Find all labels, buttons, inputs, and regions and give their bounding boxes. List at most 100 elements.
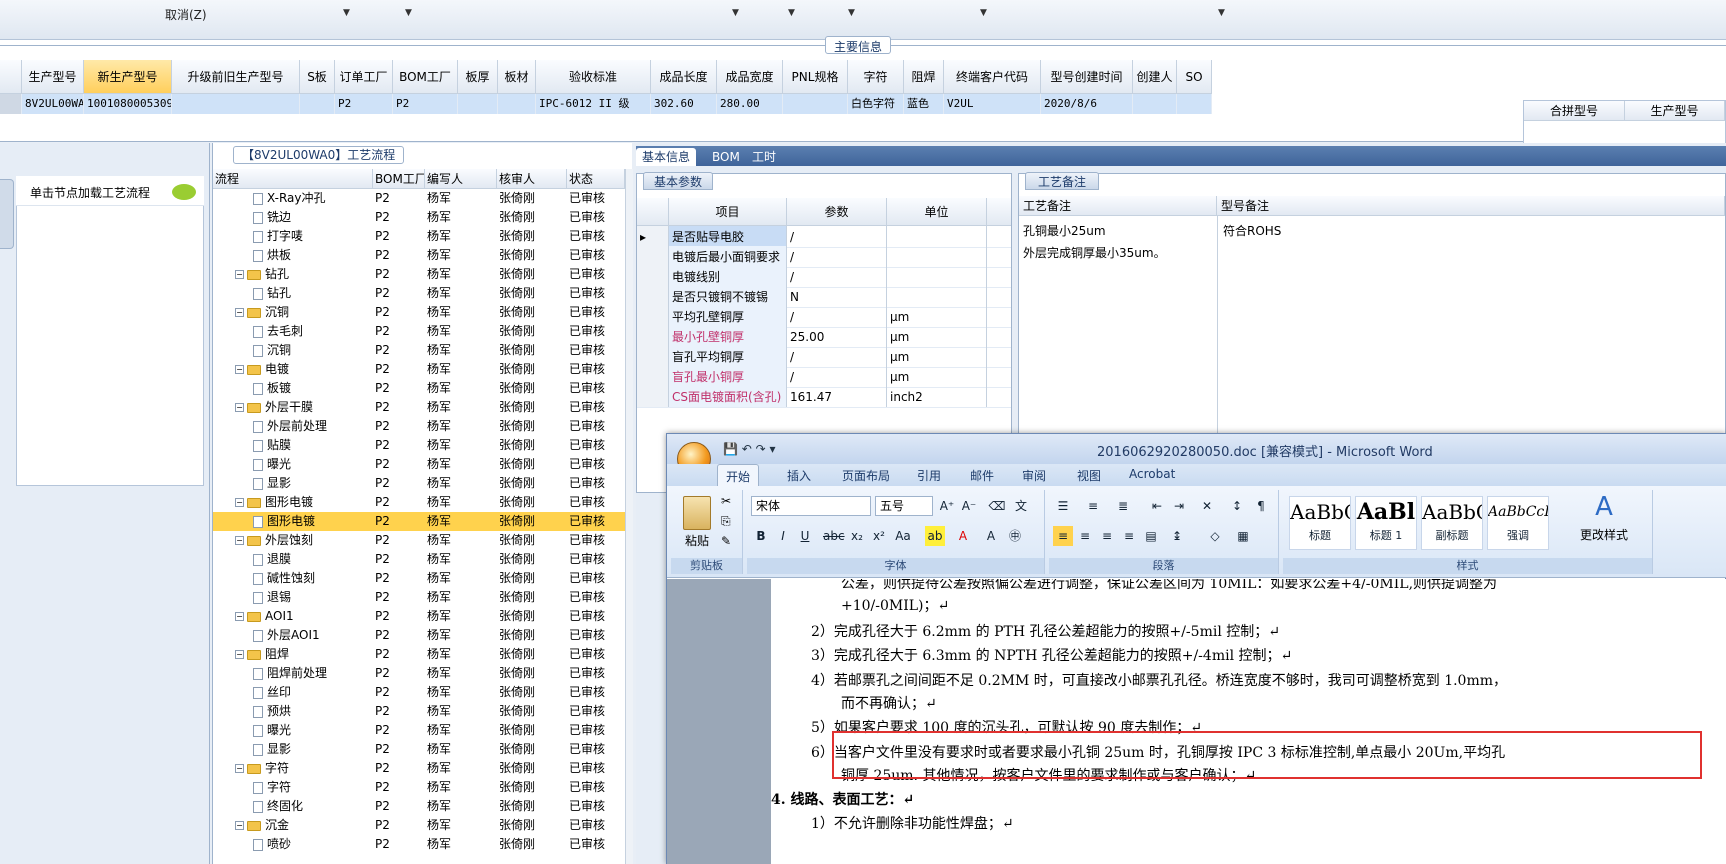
main-info-col-header[interactable]: 终端客户代码 [944,60,1041,94]
bold-icon[interactable]: B [751,526,771,546]
tree-row[interactable]: 图形电镀 P2 杨军 张倚刚 已审核 [213,512,625,531]
tree-row[interactable]: − 沉铜 P2 杨军 张倚刚 已审核 [213,303,625,322]
style-title[interactable]: AaBbC 标题 [1289,496,1351,550]
param-value[interactable]: / [787,346,887,367]
align-left-icon[interactable]: ≡ [1053,526,1073,546]
numbering-icon[interactable]: ≡ [1083,496,1103,516]
tab-bom[interactable]: BOM [706,148,746,166]
param-row[interactable]: 电镀后最小面铜要求 / [637,246,1011,268]
tree-node[interactable]: 丝印 [213,683,373,702]
main-info-col-header[interactable]: 阻焊 [904,60,944,94]
document-page[interactable]: 公差，则供提待公差按照偏公差进行调整，保证公差区间为 10MIL：如要求公差+4… [771,579,1726,864]
underline-icon[interactable]: U [795,526,815,546]
param-row[interactable]: ▸ 是否贴导电胶 / [637,226,1011,248]
tree-row[interactable]: 曝光 P2 杨军 张倚刚 已审核 [213,455,625,474]
grow-font-icon[interactable]: A⁺ [937,496,957,516]
collapse-icon[interactable]: − [235,403,244,412]
main-info-col-header[interactable]: 新生产型号 [84,60,172,94]
params-col-header[interactable]: 项目 [669,198,787,225]
tree-col-header[interactable]: 编写人 [425,169,497,189]
main-info-cell[interactable]: P2 [335,94,393,114]
show-marks-icon[interactable]: ¶ [1251,496,1271,516]
main-info-cell[interactable] [498,94,536,114]
tree-node[interactable]: 沉铜 [213,341,373,360]
tree-node[interactable]: − 阻焊 [213,645,373,664]
main-info-col-header[interactable]: 生产型号 [22,60,84,94]
tree-node[interactable]: 铣边 [213,208,373,227]
tree-row[interactable]: − AOI1 P2 杨军 张倚刚 已审核 [213,607,625,626]
tree-node[interactable]: 烘板 [213,246,373,265]
tree-node[interactable]: − 外层蚀刻 [213,531,373,550]
tree-row[interactable]: 烘板 P2 杨军 张倚刚 已审核 [213,246,625,265]
main-info-cell[interactable] [783,94,848,114]
multilevel-list-icon[interactable]: ≣ [1113,496,1133,516]
tree-node[interactable]: 曝光 [213,455,373,474]
tree-node[interactable]: 显影 [213,740,373,759]
main-info-col-header[interactable]: SO [1177,60,1212,94]
tree-col-header[interactable]: 流程 [213,169,373,189]
main-info-col-header[interactable]: S板 [300,60,335,94]
style-heading1[interactable]: AaBl 标题 1 [1355,496,1417,550]
main-info-cell[interactable] [1133,94,1177,114]
tree-row[interactable]: 终固化 P2 杨军 张倚刚 已审核 [213,797,625,816]
enclose-char-icon[interactable]: ㊥ [1005,526,1025,546]
param-value[interactable]: / [787,246,887,267]
param-row[interactable]: CS面电镀面积(含孔) 161.47 inch2 [637,386,1011,408]
dropdown-arrow-icon[interactable]: ▼ [343,8,350,18]
main-info-col-header[interactable]: PNL规格 [783,60,848,94]
tree-row[interactable]: − 外层干膜 P2 杨军 张倚刚 已审核 [213,398,625,417]
tree-node[interactable]: − AOI1 [213,607,373,626]
tree-row[interactable]: 铣边 P2 杨军 张倚刚 已审核 [213,208,625,227]
param-value[interactable]: 25.00 [787,326,887,347]
char-shading-icon[interactable]: A [981,526,1001,546]
main-info-cell[interactable]: 10010800053091 [84,94,172,114]
tree-row[interactable]: − 外层蚀刻 P2 杨军 张倚刚 已审核 [213,531,625,550]
tree-node[interactable]: 图形电镀 [213,512,373,531]
collapse-icon[interactable]: − [235,498,244,507]
main-info-cell[interactable]: 蓝色 [904,94,944,114]
tree-row[interactable]: 预烘 P2 杨军 张倚刚 已审核 [213,702,625,721]
tree-node[interactable]: − 图形电镀 [213,493,373,512]
param-row[interactable]: 盲孔最小铜厚 / μm [637,366,1011,388]
tree-row[interactable]: 沉铜 P2 杨军 张倚刚 已审核 [213,341,625,360]
tree-node[interactable]: 退锡 [213,588,373,607]
tree-node[interactable]: − 字符 [213,759,373,778]
main-info-cell[interactable]: 302.60 [651,94,717,114]
change-case-icon[interactable]: Aa [893,526,913,546]
tree-node[interactable]: − 外层干膜 [213,398,373,417]
dropdown-arrow-icon[interactable]: ▼ [788,8,795,18]
main-info-cell[interactable] [300,94,335,114]
tree-node[interactable]: 阻焊前处理 [213,664,373,683]
collapse-icon[interactable]: − [235,821,244,830]
main-info-col-header[interactable]: 板厚 [458,60,498,94]
tree-col-header[interactable]: 核审人 [497,169,567,189]
font-size-combo[interactable]: 五号 [875,496,933,516]
tree-row[interactable]: − 阻焊 P2 杨军 张倚刚 已审核 [213,645,625,664]
main-info-col-header[interactable]: 字符 [848,60,904,94]
merge-header-cell[interactable]: 合拼型号 [1524,101,1625,121]
tree-row[interactable]: − 电镀 P2 杨军 张倚刚 已审核 [213,360,625,379]
notes-col-header[interactable]: 型号备注 [1217,196,1725,215]
distributed-icon[interactable]: ▤ [1141,526,1161,546]
tree-row[interactable]: 阻焊前处理 P2 杨军 张倚刚 已审核 [213,664,625,683]
paste-icon[interactable] [683,496,711,530]
param-value[interactable]: / [787,366,887,387]
justify-icon[interactable]: ≡ [1119,526,1139,546]
tree-node[interactable]: 板镀 [213,379,373,398]
main-info-cell[interactable]: 白色字符 [848,94,904,114]
tree-node[interactable]: 曝光 [213,721,373,740]
tree-row[interactable]: 显影 P2 杨军 张倚刚 已审核 [213,740,625,759]
ribbon-tab-mailings[interactable]: 邮件 [970,467,994,484]
main-info-cell[interactable] [458,94,498,114]
ribbon-tab-layout[interactable]: 页面布局 [842,467,890,484]
change-styles-button[interactable]: A 更改样式 [1575,492,1633,552]
main-info-cell[interactable]: P2 [393,94,458,114]
dropdown-arrow-icon[interactable]: ▼ [405,8,412,18]
collapse-icon[interactable]: − [235,764,244,773]
params-col-header[interactable]: 单位 [887,198,987,225]
tree-node[interactable]: − 钻孔 [213,265,373,284]
tree-row[interactable]: 外层AOI1 P2 杨军 张倚刚 已审核 [213,626,625,645]
tree-row[interactable]: 贴膜 P2 杨军 张倚刚 已审核 [213,436,625,455]
main-info-row[interactable]: 8V2UL00WA010010800053091 P2P2 IPC-6012 II … [0,94,1212,114]
collapse-icon[interactable]: − [235,650,244,659]
